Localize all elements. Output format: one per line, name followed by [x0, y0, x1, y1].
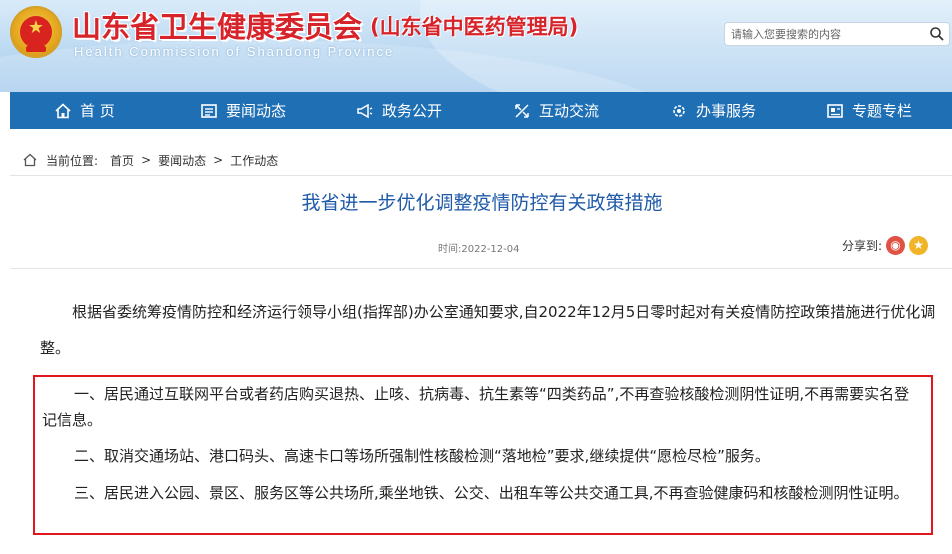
home-icon	[55, 102, 71, 118]
policy-point: 二、取消交通场站、港口码头、高速卡口等场所强制性核酸检测“落地检”要求,继续提供…	[74, 447, 770, 465]
nav-item-label: 办事服务	[696, 102, 757, 120]
site-header: ★ 山东省卫生健康委员会 (山东省中医药管理局) Health Commissi…	[0, 0, 952, 92]
breadcrumb-work-updates[interactable]: 工作动态	[230, 152, 278, 169]
share-label: 分享到:	[842, 239, 883, 253]
breadcrumb: 当前位置: 首页 > 要闻动态 > 工作动态	[22, 151, 278, 169]
breadcrumb-label: 当前位置:	[46, 153, 99, 168]
share-bar: 分享到: ◉ ★	[842, 236, 929, 255]
nav-item-label: 首 页	[80, 102, 115, 120]
topic-icon	[827, 103, 843, 118]
main-nav: 首 页 要闻动态 政务公开 互动交流 办事服务 专题专栏	[10, 92, 952, 129]
nav-item-topics[interactable]: 专题专栏	[826, 92, 912, 129]
nav-item-label: 政务公开	[382, 102, 443, 120]
nav-item-label: 要闻动态	[226, 102, 287, 120]
nav-item-government-affairs[interactable]: 政务公开	[356, 92, 442, 129]
search-input[interactable]	[731, 25, 921, 43]
nav-item-home[interactable]: 首 页	[54, 92, 115, 129]
news-icon	[201, 103, 217, 118]
policy-point: 一、居民通过互联网平台或者药店购买退热、止咳、抗病毒、抗生素等“四类药品”,不再…	[42, 385, 910, 429]
divider	[10, 175, 952, 176]
search-icon[interactable]	[929, 26, 945, 42]
site-english-name: Health Commission of Shandong Province	[74, 44, 395, 59]
breadcrumb-news[interactable]: 要闻动态	[158, 152, 206, 169]
favorite-star-icon[interactable]: ★	[909, 236, 929, 255]
nav-item-services[interactable]: 办事服务	[670, 92, 756, 129]
interact-icon	[515, 103, 529, 118]
national-emblem-icon: ★	[10, 6, 62, 58]
site-subtitle: (山东省中医药管理局)	[370, 15, 579, 39]
policy-point: 三、居民进入公园、景区、服务区等公共场所,乘坐地铁、公交、出租车等公共交通工具,…	[74, 484, 909, 502]
divider	[10, 268, 952, 269]
nav-item-label: 互动交流	[539, 102, 600, 120]
breadcrumb-separator: >	[213, 153, 224, 167]
breadcrumb-separator: >	[141, 153, 152, 167]
nav-item-interaction[interactable]: 互动交流	[513, 92, 599, 129]
article-date: 时间:2022-12-04	[438, 244, 520, 255]
nav-item-news[interactable]: 要闻动态	[200, 92, 286, 129]
article-title: 我省进一步优化调整疫情防控有关政策措施	[301, 192, 663, 214]
breadcrumb-home[interactable]: 首页	[110, 152, 134, 169]
home-icon	[23, 153, 37, 167]
nav-item-label: 专题专栏	[852, 102, 913, 120]
site-title[interactable]: 山东省卫生健康委员会	[72, 4, 362, 46]
weibo-icon[interactable]: ◉	[886, 236, 906, 255]
megaphone-icon	[357, 103, 373, 118]
article-intro: 根据省委统筹疫情防控和经济运行领导小组(指挥部)办公室通知要求,自2022年12…	[40, 303, 936, 357]
search-box[interactable]	[724, 22, 950, 46]
service-gear-icon	[673, 104, 685, 117]
